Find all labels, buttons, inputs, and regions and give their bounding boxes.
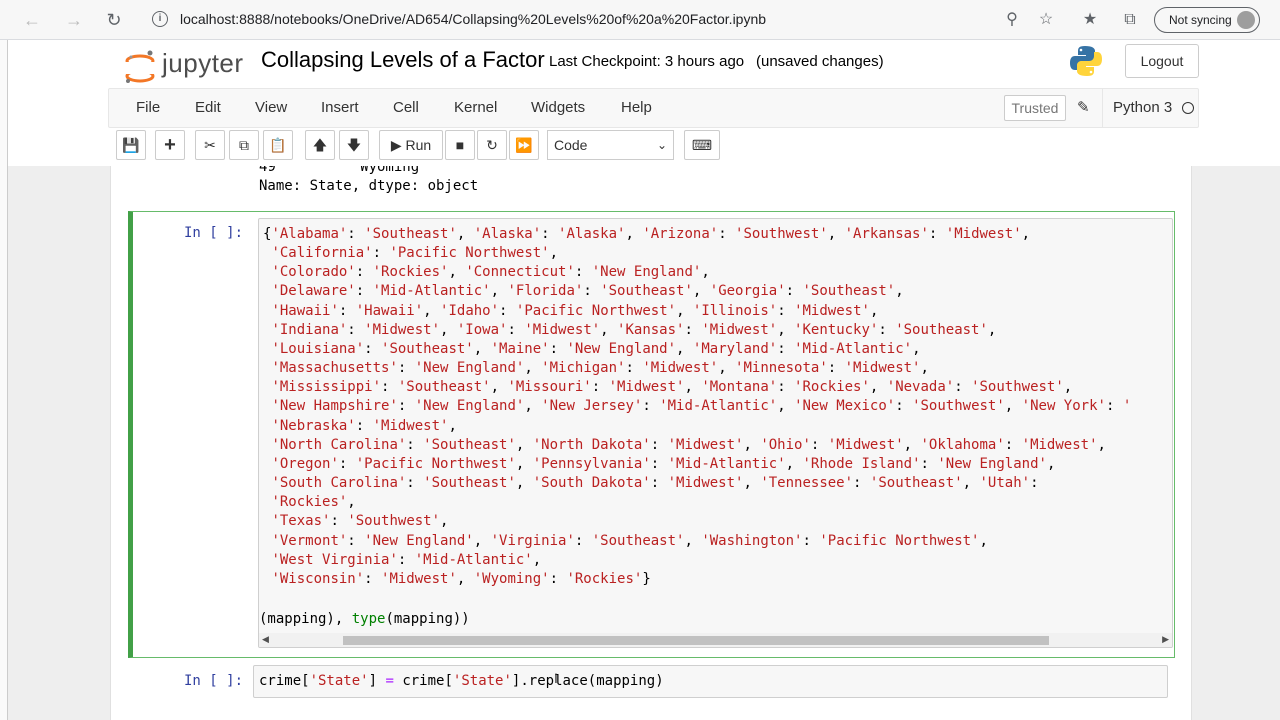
- profile-sync-button[interactable]: Not syncing: [1154, 7, 1260, 33]
- chevron-down-icon: ⌄: [656, 138, 667, 152]
- back-icon[interactable]: ←: [20, 8, 44, 32]
- jupyter-logo-icon: [124, 50, 156, 83]
- menu-view[interactable]: View: [255, 99, 287, 116]
- code-text: {'Alabama': 'Southeast', 'Alaska': 'Alas…: [263, 225, 1131, 589]
- avatar: [1237, 11, 1255, 29]
- cell-prompt: In [ ]:: [184, 225, 244, 241]
- code-line: 'Oregon': 'Pacific Northwest', 'Pennsylv…: [271, 455, 1056, 472]
- notebook-toolbar: 💾 + ✂ ⧉ 📋 🡅 🡇 ▶ Run ■ ↻ ⏩ Code ⌄ ⌨: [108, 130, 1199, 162]
- code-token: (mapping),: [259, 611, 352, 627]
- cell-type-value: Code: [554, 137, 588, 153]
- favorites-icon[interactable]: ★: [1079, 9, 1101, 31]
- code-line: 'Texas': 'Southwest',: [271, 513, 449, 530]
- save-icon[interactable]: 💾: [116, 130, 146, 160]
- code-line: 'North Carolina': 'Southeast', 'North Da…: [271, 436, 1106, 453]
- code-line: 'New Hampshire': 'New England', 'New Jer…: [271, 398, 1132, 415]
- code-line: 'Indiana': 'Midwest', 'Iowa': 'Midwest',…: [271, 321, 997, 338]
- code-string: 'State': [309, 673, 369, 689]
- code-line: 'Wisconsin': 'Midwest', 'Wyoming': 'Rock…: [271, 570, 651, 587]
- kernel-name: Python 3: [1102, 89, 1172, 127]
- run-icon: ▶: [390, 137, 402, 153]
- browser-toolbar: ← → ↻ i localhost:8888/notebooks/OneDriv…: [0, 0, 1280, 40]
- scroll-left-icon[interactable]: ◀: [262, 634, 269, 645]
- move-down-icon[interactable]: 🡇: [339, 130, 369, 160]
- cut-icon[interactable]: ✂: [195, 130, 225, 160]
- logout-button[interactable]: Logout: [1125, 44, 1199, 78]
- code-line: 'West Virginia': 'Mid-Atlantic',: [271, 551, 542, 568]
- notebook-container: 49 Wyoming Name: State, dtype: object In…: [110, 166, 1192, 720]
- code-line: 'Massachusetts': 'New England', 'Michiga…: [271, 360, 929, 377]
- python-logo-icon: [1070, 46, 1102, 76]
- trusted-indicator[interactable]: Trusted: [1004, 95, 1066, 121]
- notebook-header: jupyter Collapsing Levels of a Factor La…: [8, 40, 1280, 166]
- menu-edit[interactable]: Edit: [195, 99, 221, 116]
- menu-insert[interactable]: Insert: [321, 99, 359, 116]
- code-input-area[interactable]: crime['State'] = crime['State'].replace(…: [253, 665, 1168, 698]
- code-line: 'Mississippi': 'Southeast', 'Missouri': …: [271, 379, 1073, 396]
- code-builtin: type: [351, 611, 386, 627]
- paste-icon[interactable]: 📋: [263, 130, 293, 160]
- fast-forward-icon[interactable]: ⏩: [509, 130, 539, 160]
- code-token: ].replace(mapping): [511, 673, 664, 689]
- output-line: Name: State, dtype: object: [259, 178, 479, 194]
- menu-file[interactable]: File: [136, 99, 160, 116]
- run-label: Run: [405, 137, 432, 153]
- sync-label: Not syncing: [1169, 13, 1232, 27]
- restart-icon[interactable]: ↻: [477, 130, 507, 160]
- cell-type-select[interactable]: Code ⌄: [547, 130, 674, 160]
- code-line: 'Colorado': 'Rockies', 'Connecticut': 'N…: [271, 264, 710, 281]
- previous-cell-output: 49 Wyoming Name: State, dtype: object: [259, 166, 478, 196]
- favorite-star-icon[interactable]: ☆: [1035, 9, 1057, 31]
- forward-icon[interactable]: →: [62, 8, 86, 32]
- menu-kernel[interactable]: Kernel: [454, 99, 497, 116]
- run-button[interactable]: ▶ Run: [379, 130, 443, 160]
- menu-help[interactable]: Help: [621, 99, 652, 116]
- reload-icon[interactable]: ↻: [102, 8, 126, 32]
- code-line: 'California': 'Pacific Northwest',: [271, 245, 559, 262]
- code-line: 'Rockies',: [271, 494, 356, 511]
- text-cursor-icon: I: [554, 670, 558, 686]
- code-text-line: (mapping), type(mapping)): [259, 611, 470, 627]
- stop-icon[interactable]: ■: [445, 130, 475, 160]
- code-line: 'Delaware': 'Mid-Atlantic', 'Florida': '…: [271, 283, 904, 300]
- edit-pencil-icon[interactable]: ✎: [1077, 98, 1090, 116]
- keyboard-icon[interactable]: ⌨: [684, 130, 720, 160]
- code-line: {'Alabama': 'Southeast', 'Alaska': 'Alas…: [263, 226, 1031, 242]
- checkpoint-status: Last Checkpoint: 3 hours ago: [549, 53, 745, 70]
- zoom-icon[interactable]: ⚲: [1001, 9, 1023, 31]
- menu-widgets[interactable]: Widgets: [531, 99, 585, 116]
- code-string: 'State': [452, 673, 512, 689]
- address-bar[interactable]: localhost:8888/notebooks/OneDrive/AD654/…: [180, 11, 766, 27]
- code-line: 'Vermont': 'New England', 'Virginia': 'S…: [271, 532, 988, 549]
- code-line: 'Nebraska': 'Midwest',: [271, 417, 457, 434]
- kernel-idle-indicator-icon: [1182, 102, 1194, 114]
- move-up-icon[interactable]: 🡅: [305, 130, 335, 160]
- insert-cell-icon[interactable]: +: [155, 130, 185, 160]
- cell-prompt: In [ ]:: [184, 673, 244, 689]
- code-operator: =: [385, 673, 394, 689]
- unsaved-status: (unsaved changes): [756, 53, 884, 70]
- code-text-line: crime['State'] = crime['State'].replace(…: [259, 673, 664, 689]
- code-line: 'South Carolina': 'Southeast', 'South Da…: [271, 475, 1039, 492]
- scroll-right-icon[interactable]: ▶: [1162, 634, 1169, 645]
- code-input-area[interactable]: {'Alabama': 'Southeast', 'Alaska': 'Alas…: [258, 218, 1173, 648]
- code-token: crime[: [259, 673, 310, 689]
- collections-icon[interactable]: ⧉: [1119, 9, 1141, 31]
- code-token: crime[: [393, 673, 453, 689]
- code-line: 'Louisiana': 'Southeast', 'Maine': 'New …: [271, 340, 921, 357]
- menu-cell[interactable]: Cell: [393, 99, 419, 116]
- notebook-title[interactable]: Collapsing Levels of a Factor: [261, 47, 545, 73]
- code-token: (mapping)): [385, 611, 470, 627]
- code-cell-selected[interactable]: In [ ]: {'Alabama': 'Southeast', 'Alaska…: [128, 211, 1175, 658]
- site-info-icon[interactable]: i: [152, 11, 168, 27]
- window-edge: [0, 40, 8, 720]
- code-line: 'Hawaii': 'Hawaii', 'Idaho': 'Pacific No…: [271, 302, 879, 319]
- code-token: ]: [368, 673, 386, 689]
- jupyter-logo-text[interactable]: jupyter: [162, 48, 244, 79]
- horizontal-scrollbar[interactable]: ◀ ▶: [259, 633, 1172, 647]
- menu-bar: File Edit View Insert Cell Kernel Widget…: [108, 88, 1199, 128]
- copy-icon[interactable]: ⧉: [229, 130, 259, 160]
- scrollbar-thumb[interactable]: [343, 636, 1049, 645]
- output-line: 49 Wyoming: [259, 166, 420, 175]
